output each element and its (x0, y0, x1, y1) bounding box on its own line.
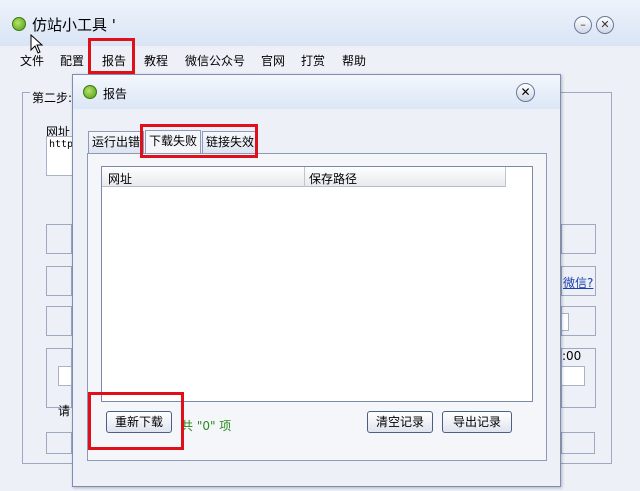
column-separator[interactable] (505, 167, 506, 187)
menu-website[interactable]: 官网 (261, 52, 285, 69)
mouse-cursor-icon (30, 34, 44, 54)
app-logo-icon (12, 17, 26, 31)
clear-records-button[interactable]: 清空记录 (367, 411, 433, 433)
options-row3 (46, 306, 72, 336)
log-box (58, 366, 72, 386)
menu-help[interactable]: 帮助 (342, 52, 366, 69)
menu-config[interactable]: 配置 (60, 52, 84, 69)
menu-donate[interactable]: 打赏 (301, 52, 325, 69)
column-save-path[interactable]: 保存路径 (309, 170, 357, 187)
dialog-close-icon[interactable]: ✕ (516, 83, 535, 102)
menu-file[interactable]: 文件 (20, 52, 44, 69)
step2-label: 第二步: (30, 89, 75, 106)
highlight-redownload (88, 392, 184, 450)
minimize-icon[interactable]: – (574, 16, 592, 34)
wechat-link[interactable]: 微信? (563, 274, 593, 291)
report-list[interactable]: 网址 保存路径 (101, 166, 533, 402)
bg-button-left[interactable] (46, 432, 72, 454)
url-textarea[interactable]: http (46, 136, 74, 176)
options-row1-right (561, 224, 596, 254)
time-text: :00 (562, 349, 582, 363)
options-row2 (46, 266, 72, 296)
menu-wechat[interactable]: 微信公众号 (185, 52, 245, 69)
dialog-logo-icon (83, 85, 97, 99)
item-count: 共 "0" 项 (181, 419, 232, 433)
menu-tutorial[interactable]: 教程 (144, 52, 168, 69)
browse-button-edge[interactable] (561, 313, 569, 331)
time-box (561, 366, 585, 386)
hint-label-partial: 请 (58, 404, 71, 418)
highlight-report-menu (88, 38, 135, 74)
list-header: 网址 保存路径 (102, 167, 506, 187)
column-url[interactable]: 网址 (108, 170, 132, 187)
dialog-titlebar[interactable]: 报告 ✕ (73, 75, 560, 109)
dialog-title: 报告 (103, 87, 128, 101)
tab-run-error[interactable]: 运行出错 (88, 131, 144, 153)
start-button-edge[interactable] (561, 432, 595, 454)
url-text: http (49, 139, 74, 150)
close-icon[interactable]: ✕ (596, 16, 614, 34)
export-records-button[interactable]: 导出记录 (442, 411, 512, 433)
highlight-tabs (140, 124, 258, 158)
column-separator[interactable] (304, 167, 305, 187)
options-row1 (46, 224, 72, 254)
app-title: 仿站小工具 ' (32, 16, 116, 34)
